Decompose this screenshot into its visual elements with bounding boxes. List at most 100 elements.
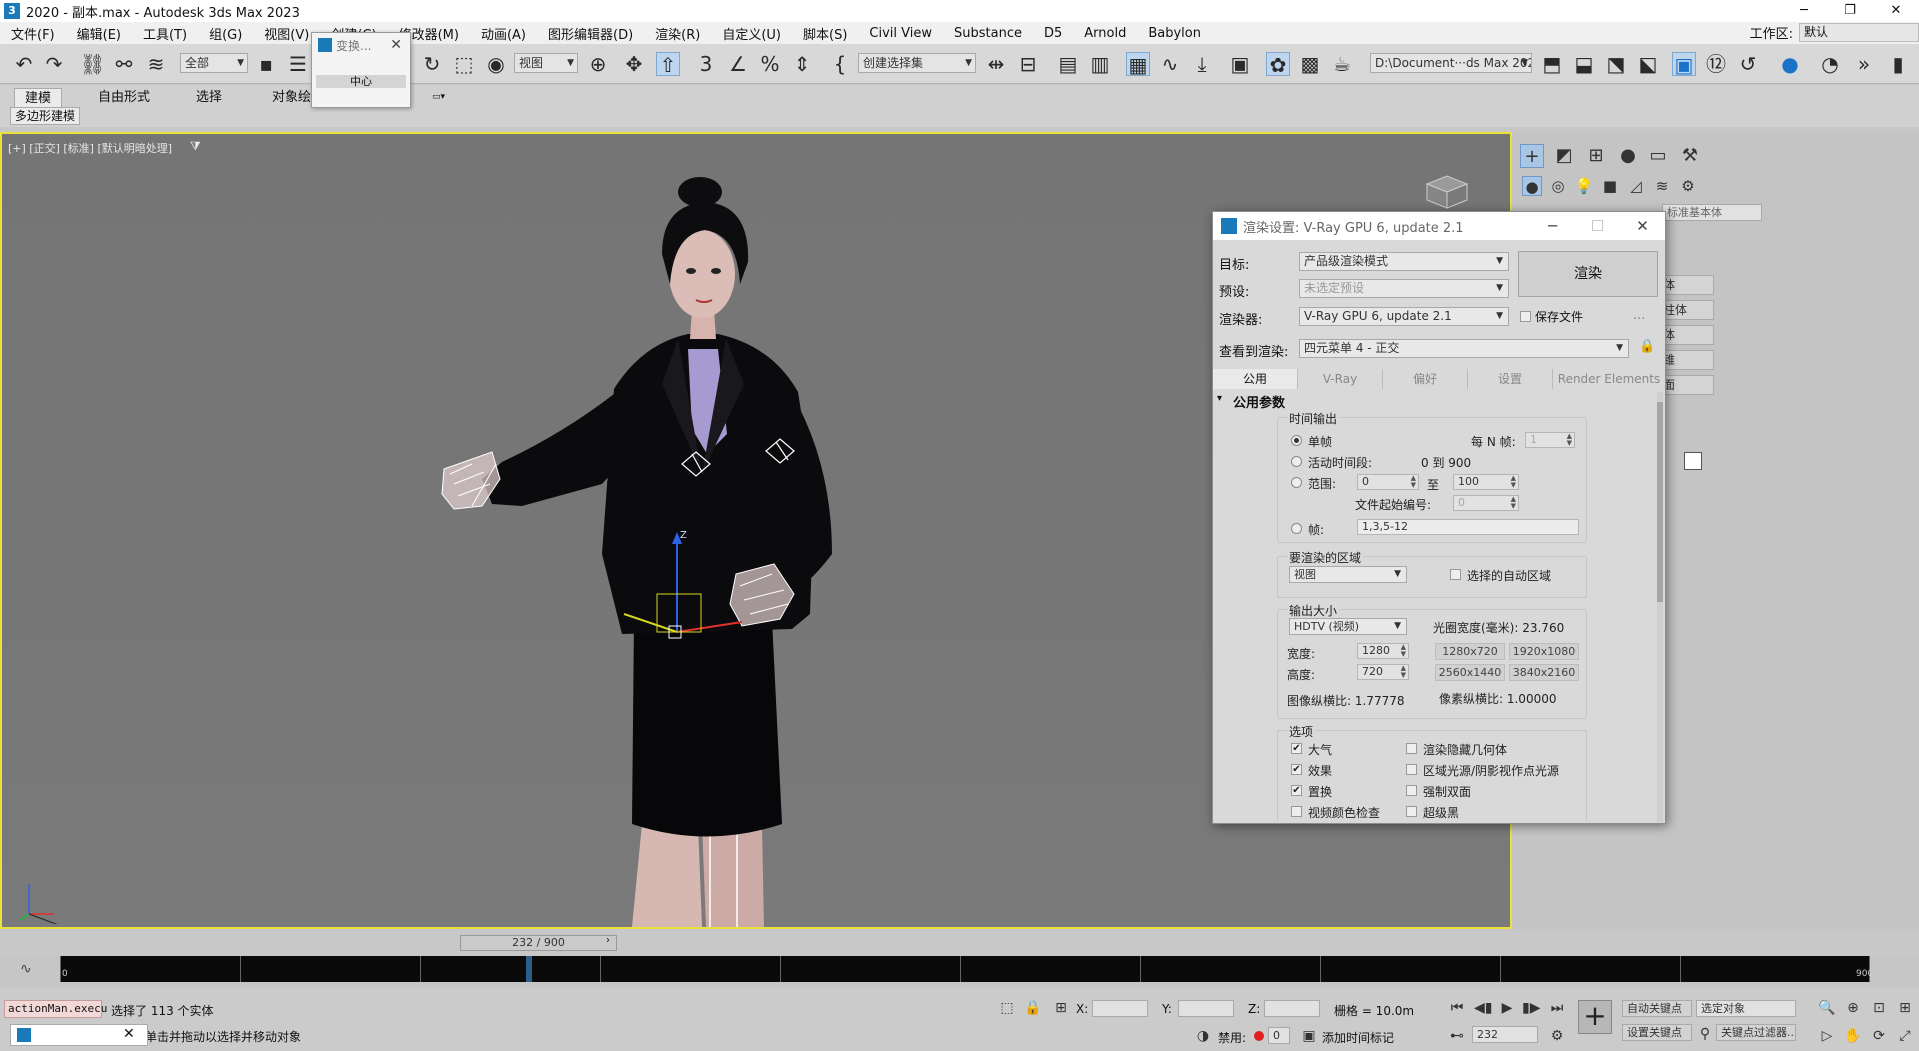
- disabled-value[interactable]: 0: [1268, 1027, 1290, 1044]
- atmospherics-checkbox[interactable]: ✔: [1291, 743, 1302, 754]
- auto-region-checkbox[interactable]: [1450, 569, 1461, 580]
- time-tag-icon[interactable]: ▣: [1300, 1028, 1318, 1044]
- display-panel-icon[interactable]: ▭: [1646, 144, 1670, 168]
- bind-spacewarp-icon[interactable]: ≋: [144, 52, 168, 76]
- object-type-button-4[interactable]: 锥: [1658, 350, 1714, 370]
- panel-toggle-icon[interactable]: ▮: [1886, 52, 1910, 76]
- tab-preferences[interactable]: 偏好: [1383, 369, 1468, 389]
- lock-icon[interactable]: 🔒: [1639, 339, 1655, 354]
- cameras-icon[interactable]: ■: [1600, 176, 1620, 196]
- displacement-checkbox[interactable]: ✔: [1291, 785, 1302, 796]
- range-from-spinner[interactable]: 0 ▲ ▼: [1357, 474, 1419, 490]
- rendered-frame-window-icon[interactable]: ▩: [1298, 52, 1322, 76]
- z-coord-field[interactable]: [1264, 1000, 1320, 1017]
- geometry-icon[interactable]: ●: [1522, 176, 1542, 196]
- save-icon[interactable]: ▣: [1672, 52, 1696, 77]
- spacewarps-icon[interactable]: ≋: [1652, 176, 1672, 196]
- ribbon-tab-modeling[interactable]: 建模: [14, 88, 63, 107]
- tab-settings[interactable]: 设置: [1468, 369, 1553, 389]
- ribbon-options-icon[interactable]: ▭▾: [422, 88, 455, 107]
- key-filters-icon[interactable]: ⚲: [1696, 1026, 1714, 1042]
- align-icon[interactable]: ⊟: [1016, 52, 1040, 76]
- browse-button[interactable]: ...: [1633, 308, 1645, 323]
- range-to-spinner[interactable]: 100 ▲ ▼: [1453, 474, 1519, 490]
- place-icon[interactable]: ◉: [484, 52, 508, 76]
- object-type-button-2[interactable]: 柱体: [1658, 300, 1714, 320]
- scale-icon[interactable]: ⬚: [452, 52, 476, 76]
- go-to-end-icon[interactable]: ⏭: [1548, 1000, 1566, 1016]
- current-frame-field[interactable]: 232: [1472, 1026, 1538, 1043]
- percent-snap-icon[interactable]: %: [758, 52, 782, 76]
- minimize-button[interactable]: ─: [1530, 217, 1575, 235]
- file-number-base-spinner[interactable]: 0 ▲ ▼: [1453, 495, 1519, 511]
- object-type-button-5[interactable]: 面: [1658, 375, 1714, 395]
- render-hidden-checkbox[interactable]: [1406, 743, 1417, 754]
- key-filters-button[interactable]: 关键点过滤器...: [1716, 1024, 1796, 1041]
- spinner-snap-icon[interactable]: ⇕: [790, 52, 814, 76]
- size-preset-1920x1080[interactable]: 1920x1080: [1509, 643, 1579, 660]
- zoom-extents-all-icon[interactable]: ⊞: [1896, 1000, 1914, 1016]
- menu-file[interactable]: 文件(F): [0, 24, 66, 43]
- curve-editor-icon[interactable]: ∿: [1158, 52, 1182, 76]
- refresh-icon[interactable]: ↺: [1736, 52, 1760, 76]
- auto-key-button[interactable]: 自动关键点: [1622, 1000, 1692, 1017]
- minimize-button[interactable]: ─: [1781, 0, 1827, 22]
- motion-panel-icon[interactable]: ●: [1616, 144, 1640, 168]
- ribbon-subtab-poly-modeling[interactable]: 多边形建模: [10, 107, 81, 125]
- tab-render-elements[interactable]: Render Elements: [1553, 369, 1665, 389]
- center-button[interactable]: 中心: [316, 75, 406, 88]
- view-to-render-dropdown[interactable]: 四元菜单 4 - 正交 ▼: [1299, 339, 1629, 358]
- unlink-icon[interactable]: ⚯: [112, 52, 136, 76]
- renderer-dropdown[interactable]: V-Ray GPU 6, update 2.1 ▼: [1299, 307, 1509, 326]
- maximize-viewport-icon[interactable]: ⤢: [1896, 1028, 1914, 1044]
- menu-customize[interactable]: 自定义(U): [711, 24, 792, 43]
- object-category-dropdown[interactable]: 标准基本体: [1662, 204, 1762, 221]
- lights-icon[interactable]: 💡: [1574, 176, 1594, 196]
- every-nth-spinner[interactable]: 1 ▲ ▼: [1525, 432, 1575, 448]
- next-key-icon[interactable]: ▮▶: [1522, 1000, 1540, 1016]
- extra-tool-icon[interactable]: ⬕: [1636, 52, 1660, 76]
- pivot-center-icon[interactable]: ⊕: [586, 52, 610, 76]
- super-black-checkbox[interactable]: [1406, 806, 1417, 817]
- object-type-button-1[interactable]: 体: [1658, 275, 1714, 295]
- area-lights-checkbox[interactable]: [1406, 764, 1417, 775]
- render-button[interactable]: 渲染: [1518, 251, 1658, 297]
- overflow-icon[interactable]: »: [1852, 52, 1876, 76]
- named-selection-dropdown[interactable]: 创建选择集 ▼: [858, 53, 976, 73]
- utilities-panel-icon[interactable]: ⚒: [1678, 144, 1702, 168]
- select-object-icon[interactable]: ▪: [254, 52, 278, 76]
- dialog-scrollbar[interactable]: [1657, 392, 1663, 822]
- video-color-check-checkbox[interactable]: [1291, 806, 1302, 817]
- curve-editor-mini-icon[interactable]: ∿: [20, 961, 32, 977]
- create-panel-icon[interactable]: +: [1520, 144, 1544, 168]
- scene-explorer-icon[interactable]: ▤: [1056, 52, 1080, 76]
- width-spinner[interactable]: 1280 ▲ ▼: [1357, 643, 1409, 659]
- systems-icon[interactable]: ⚙: [1678, 176, 1698, 196]
- prev-key-icon[interactable]: ◀▮: [1474, 1000, 1492, 1016]
- workspace-select[interactable]: 默认: [1799, 23, 1919, 42]
- height-spinner[interactable]: 720 ▲ ▼: [1357, 664, 1409, 680]
- close-icon[interactable]: ✕: [123, 1026, 135, 1042]
- output-size-preset-dropdown[interactable]: HDTV (视频) ▼: [1289, 618, 1407, 635]
- close-icon[interactable]: ✕: [390, 37, 402, 53]
- zoom-icon[interactable]: 🔍: [1818, 1000, 1836, 1016]
- absolute-mode-icon[interactable]: ⊞: [1052, 1000, 1070, 1016]
- y-coord-field[interactable]: [1178, 1000, 1234, 1017]
- close-button[interactable]: ✕: [1620, 217, 1665, 235]
- angle-snap-icon[interactable]: ∠: [726, 52, 750, 76]
- current-frame-marker[interactable]: [526, 956, 532, 982]
- edit-named-selection-icon[interactable]: {: [828, 52, 852, 76]
- size-preset-2560x1440[interactable]: 2560x1440: [1435, 664, 1505, 681]
- area-to-render-dropdown[interactable]: 视图 ▼: [1289, 566, 1407, 583]
- range-radio[interactable]: [1291, 477, 1302, 488]
- record-icon[interactable]: [1254, 1031, 1264, 1041]
- orbit-icon[interactable]: ⟳: [1870, 1028, 1888, 1044]
- time-slider[interactable]: 232 / 900: [460, 935, 617, 951]
- menu-scripting[interactable]: 脚本(S): [792, 24, 858, 43]
- ribbon-tab-freeform[interactable]: 自由形式: [88, 88, 160, 107]
- layer-explorer-icon[interactable]: ▥: [1088, 52, 1112, 76]
- keyboard-shortcut-icon[interactable]: ⇧: [656, 52, 680, 77]
- undo-icon[interactable]: ↶: [12, 52, 36, 76]
- add-time-tag[interactable]: 添加时间标记: [1322, 1029, 1394, 1046]
- selected-objects-dropdown[interactable]: 选定对象: [1696, 1000, 1796, 1017]
